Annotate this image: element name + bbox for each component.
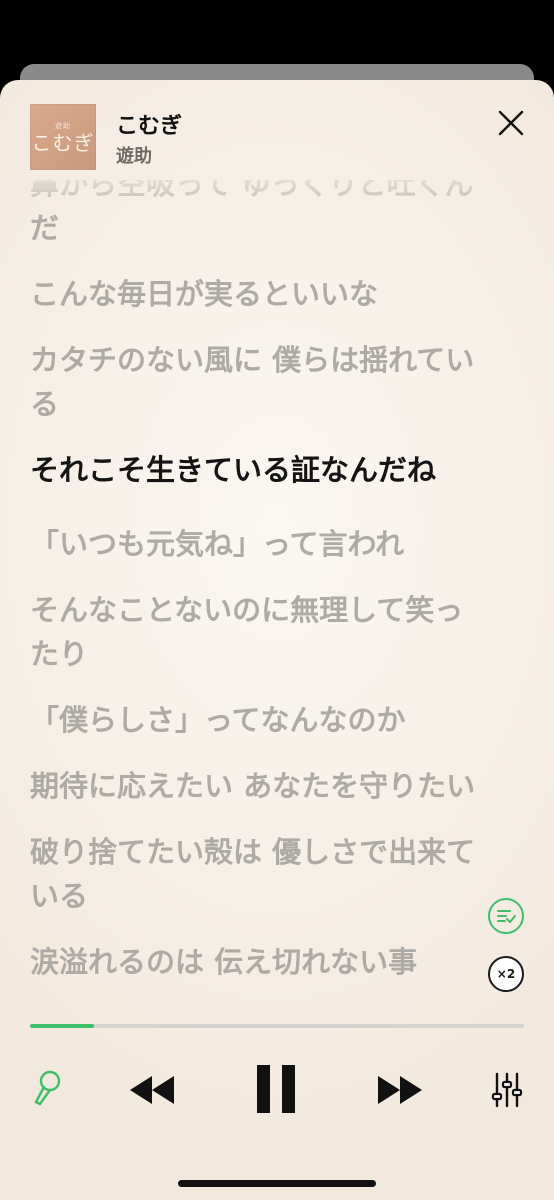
lyric-line-current[interactable]: それこそ生きている証なんだね [30,448,480,492]
close-icon [498,110,524,136]
now-playing-sheet: 遊助 こむぎ こむぎ 遊助 鼻から空吸って ゆっくりと吐くんだこんな毎日が実ると… [0,80,554,1200]
close-button[interactable] [494,106,528,140]
lyrics-mode-button[interactable] [488,898,524,934]
lyrics-view[interactable]: 鼻から空吸って ゆっくりと吐くんだこんな毎日が実るといいなカタチのない風に 僕ら… [0,180,554,1024]
lyric-line[interactable]: 期待に応えたい あなたを守りたい [30,764,480,808]
artwork-artist-text: 遊助 [55,122,71,130]
fast-forward-button[interactable] [376,1072,424,1108]
player-header: 遊助 こむぎ こむぎ 遊助 [0,80,554,180]
lyric-line[interactable]: カタチのない風に 僕らは揺れている [30,338,480,426]
rewind-button[interactable] [128,1072,176,1108]
rewind-icon [130,1076,174,1104]
lyric-line[interactable]: そんなことないのに無理して笑ったり [30,588,480,676]
lyric-line[interactable]: 鼻から空吸って ゆっくりと吐くんだ [30,180,480,250]
playback-speed-button[interactable]: ×2 [488,956,524,992]
playback-speed-label: ×2 [496,967,516,981]
sing-mode-button[interactable] [30,1068,64,1112]
progress-bar[interactable] [30,1024,524,1028]
lyric-line[interactable]: 「僕らしさ」ってなんなのか [30,698,480,742]
lyric-line[interactable]: こんな毎日が実るといいな [30,272,480,316]
artist-name[interactable]: 遊助 [116,142,152,168]
microphone-icon [34,1070,61,1106]
equalizer-button[interactable] [490,1070,524,1110]
fast-forward-icon [378,1076,422,1104]
artwork-title-text: こむぎ [31,131,95,155]
pause-button[interactable] [254,1064,298,1114]
album-artwork: 遊助 こむぎ [30,104,96,170]
lyrics-list: 鼻から空吸って ゆっくりと吐くんだこんな毎日が実るといいなカタチのない風に 僕ら… [30,180,480,1006]
lyric-line[interactable]: 「いつも元気ね」って言われ [30,522,480,566]
playback-controls [0,1060,554,1120]
lyric-line[interactable]: 破り捨てたい殻は 優しさで出来ている [30,830,480,918]
pause-icon [257,1065,295,1113]
lyric-line[interactable]: 涙溢れるのは 伝え切れない事 [30,940,480,984]
progress-fill [30,1024,95,1028]
equalizer-icon [491,1072,523,1108]
lyrics-list-icon [497,910,516,923]
song-title: こむぎ [116,114,183,139]
home-indicator [178,1180,376,1187]
